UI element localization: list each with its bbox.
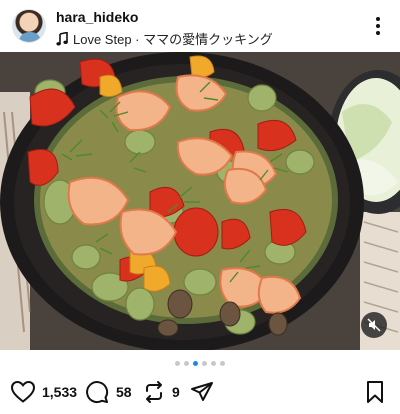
repost-button[interactable]: 9 xyxy=(142,378,180,406)
food-photo xyxy=(0,52,400,350)
carousel-dot xyxy=(211,361,216,366)
share-button[interactable] xyxy=(190,378,214,406)
post-media[interactable] xyxy=(0,52,400,350)
more-options-icon[interactable] xyxy=(368,14,388,38)
share-icon xyxy=(191,382,213,401)
comment-icon xyxy=(86,381,109,404)
action-bar: 1,533 58 9 xyxy=(0,378,400,408)
bookmark-icon xyxy=(367,381,383,403)
heart-icon xyxy=(10,380,36,403)
repost-count[interactable]: 9 xyxy=(172,384,180,400)
save-button[interactable] xyxy=(364,378,386,406)
comment-button[interactable]: 58 xyxy=(84,378,132,406)
repost-icon xyxy=(146,381,162,403)
like-button[interactable]: 1,533 xyxy=(10,378,77,406)
music-row[interactable]: Love Step · ママの愛情クッキング xyxy=(56,29,273,48)
comment-count[interactable]: 58 xyxy=(116,384,132,400)
like-count[interactable]: 1,533 xyxy=(42,384,77,400)
music-note-icon xyxy=(56,31,68,45)
username[interactable]: hara_hideko xyxy=(56,9,138,25)
carousel-indicator xyxy=(0,361,400,369)
carousel-dot xyxy=(184,361,189,366)
post-header: hara_hideko Love Step · ママの愛情クッキング xyxy=(0,0,400,52)
carousel-dot-active xyxy=(193,361,198,366)
carousel-dot xyxy=(175,361,180,366)
mute-icon[interactable] xyxy=(361,312,387,338)
music-label: Love Step · ママの愛情クッキング xyxy=(73,32,273,47)
carousel-dot xyxy=(202,361,207,366)
carousel-dot xyxy=(220,361,225,366)
avatar[interactable] xyxy=(12,9,46,43)
